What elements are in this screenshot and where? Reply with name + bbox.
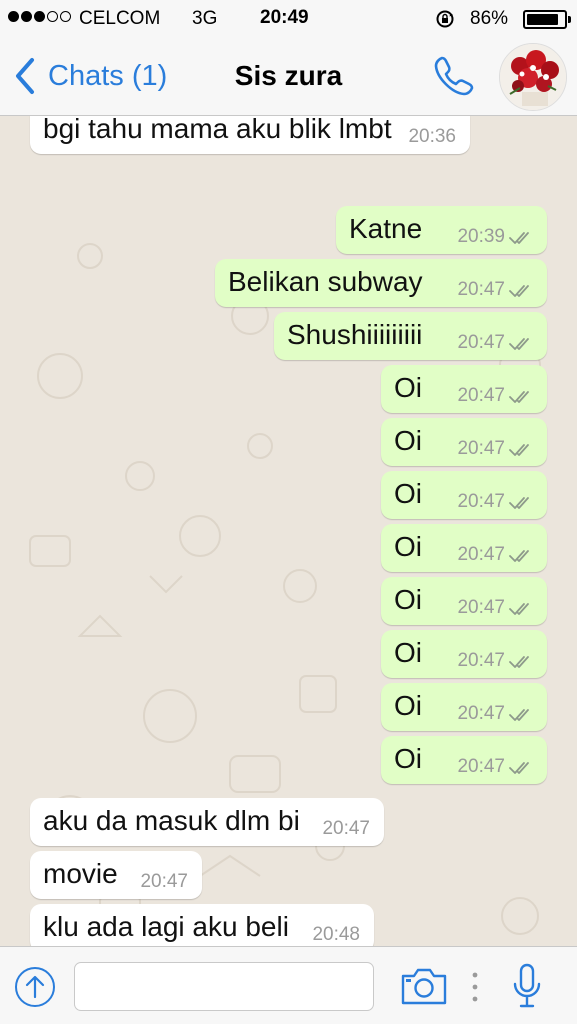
- double-check-icon: [509, 762, 529, 774]
- message-text: Oi: [394, 637, 422, 668]
- message-time: 20:47: [457, 332, 505, 353]
- incoming-message[interactable]: bgi tahu mama aku blik lmbt 20:36: [30, 116, 470, 154]
- message-text: Oi: [394, 425, 422, 456]
- battery-percent: 86%: [470, 8, 509, 29]
- outgoing-message[interactable]: Katne 20:39: [336, 206, 547, 254]
- double-check-icon: [509, 603, 529, 615]
- rotation-lock-icon: [436, 10, 454, 28]
- message-text: Oi: [394, 372, 422, 403]
- message-time: 20:47: [322, 818, 370, 839]
- outgoing-message[interactable]: Oi 20:47: [381, 524, 547, 572]
- message-time: 20:39: [457, 226, 505, 247]
- network-type: 3G: [192, 8, 218, 29]
- incoming-message[interactable]: movie 20:47: [30, 851, 202, 899]
- flower-bouquet-icon: [500, 44, 566, 110]
- message-text: aku da masuk dlm bi: [43, 805, 300, 836]
- incoming-message[interactable]: aku da masuk dlm bi 20:47: [30, 798, 384, 846]
- double-check-icon: [509, 338, 529, 350]
- double-check-icon: [509, 232, 529, 244]
- outgoing-message[interactable]: Oi 20:47: [381, 683, 547, 731]
- message-text: Oi: [394, 478, 422, 509]
- message-time: 20:47: [457, 491, 505, 512]
- message-time: 20:47: [457, 703, 505, 724]
- vertical-dots-icon[interactable]: [471, 971, 479, 1003]
- phone-icon[interactable]: [430, 52, 478, 100]
- message-input[interactable]: [74, 962, 374, 1011]
- outgoing-message[interactable]: Oi 20:47: [381, 736, 547, 784]
- message-text: Oi: [394, 531, 422, 562]
- outgoing-message[interactable]: Oi 20:47: [381, 418, 547, 466]
- message-time: 20:47: [457, 650, 505, 671]
- outgoing-message[interactable]: Belikan subway 20:47: [215, 259, 547, 307]
- outgoing-message[interactable]: Oi 20:47: [381, 577, 547, 625]
- upload-arrow-icon[interactable]: [14, 966, 56, 1008]
- message-time: 20:47: [457, 756, 505, 777]
- message-text: movie: [43, 858, 118, 889]
- double-check-icon: [509, 656, 529, 668]
- incoming-message[interactable]: klu ada lagi aku beli 20:48: [30, 904, 374, 946]
- message-text: Oi: [394, 690, 422, 721]
- status-time: 20:49: [260, 7, 309, 28]
- outgoing-message[interactable]: Oi 20:47: [381, 471, 547, 519]
- message-time: 20:47: [457, 544, 505, 565]
- back-label: Chats (1): [48, 59, 168, 92]
- carrier-name: CELCOM: [79, 8, 161, 29]
- message-text: Oi: [394, 743, 422, 774]
- message-list[interactable]: bgi tahu mama aku blik lmbt 20:36 Katne 20:…: [0, 116, 577, 946]
- message-time: 20:47: [457, 597, 505, 618]
- signal-strength-icon: [8, 11, 71, 22]
- double-check-icon: [509, 285, 529, 297]
- message-text: Katne: [349, 213, 423, 244]
- double-check-icon: [509, 444, 529, 456]
- double-check-icon: [509, 550, 529, 562]
- double-check-icon: [509, 709, 529, 721]
- outgoing-message[interactable]: Oi 20:47: [381, 630, 547, 678]
- double-check-icon: [509, 391, 529, 403]
- outgoing-message[interactable]: Shushiiiiiiiii 20:47: [274, 312, 547, 360]
- message-text: Oi: [394, 584, 422, 615]
- message-time: 20:47: [457, 279, 505, 300]
- outgoing-message[interactable]: Oi 20:47: [381, 365, 547, 413]
- camera-icon[interactable]: [400, 966, 448, 1006]
- message-time: 20:47: [457, 385, 505, 406]
- back-button[interactable]: Chats (1): [12, 56, 167, 96]
- message-time: 20:47: [457, 438, 505, 459]
- chevron-left-icon: [16, 58, 34, 94]
- message-text: bgi tahu mama aku blik lmbt: [43, 116, 392, 144]
- input-bar: [0, 946, 577, 1024]
- microphone-icon[interactable]: [512, 962, 542, 1010]
- status-bar: CELCOM 3G 20:49 86%: [0, 0, 577, 38]
- message-text: klu ada lagi aku beli: [43, 911, 289, 942]
- contact-avatar[interactable]: [499, 43, 567, 111]
- double-check-icon: [509, 497, 529, 509]
- message-text: Shushiiiiiiiii: [287, 319, 423, 350]
- message-time: 20:48: [312, 924, 360, 945]
- message-time: 20:47: [140, 871, 188, 892]
- message-time: 20:36: [408, 126, 456, 147]
- chat-header: Chats (1) Sis zura: [0, 38, 577, 116]
- battery-icon: [523, 10, 571, 29]
- message-text: Belikan subway: [228, 266, 423, 297]
